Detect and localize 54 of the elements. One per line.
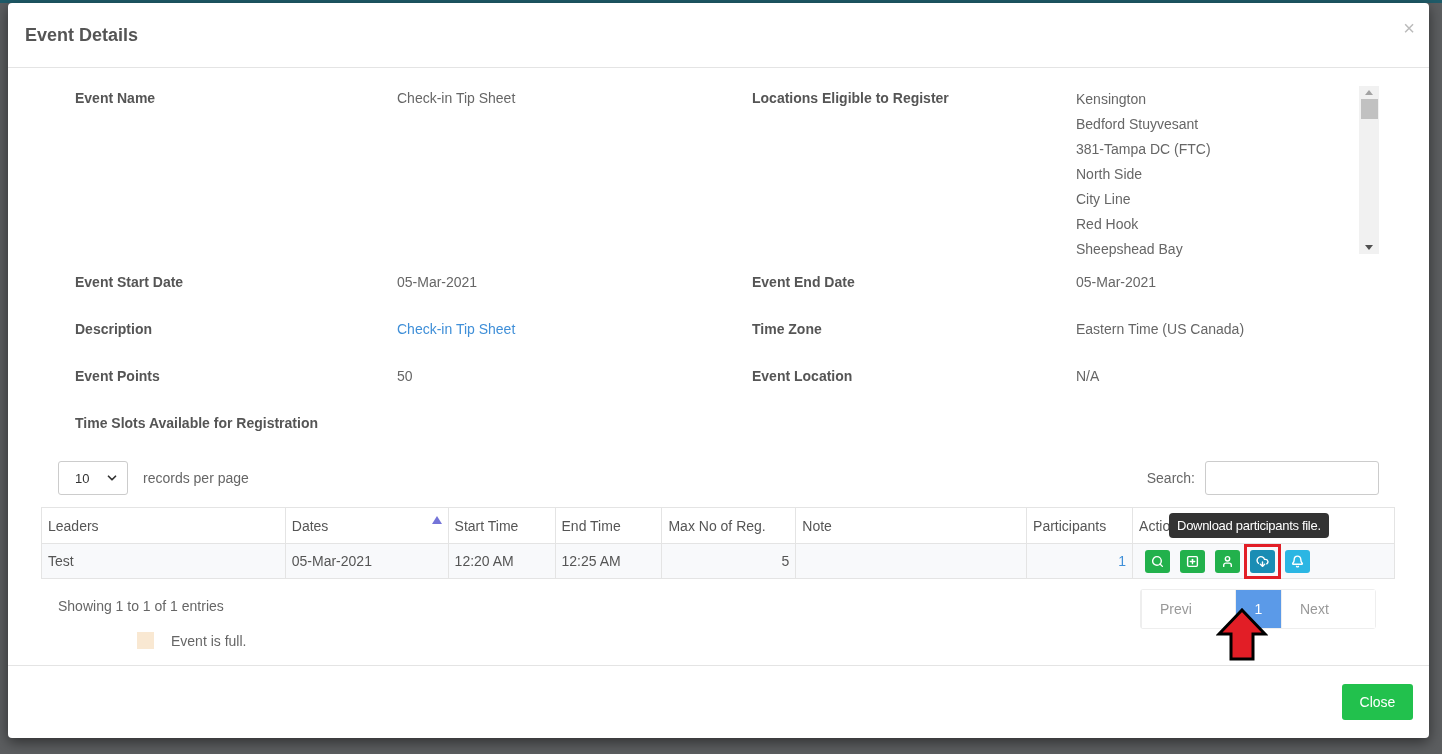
detail-label: Event End Date: [752, 274, 856, 290]
location-item: Red Hook: [1076, 215, 1140, 234]
detail-label: Event Location: [752, 368, 854, 384]
column-header[interactable]: Participants: [1026, 507, 1133, 544]
detail-value: 05-Mar-2021: [397, 274, 479, 290]
table-cell: 12:20 AM: [448, 543, 556, 579]
location-item: Bedford Stuyvesant: [1076, 115, 1200, 134]
detail-value: 05-Mar-2021: [1076, 274, 1158, 290]
legend-label: Event is full.: [171, 632, 247, 649]
column-header[interactable]: Leaders: [41, 507, 286, 544]
entries-info: Showing 1 to 1 of 1 entries: [58, 598, 225, 614]
column-header[interactable]: Start Time: [448, 507, 556, 544]
detail-label: Locations Eligible to Register: [752, 90, 950, 106]
cloud-download-icon: [1256, 554, 1270, 568]
plus-square-icon: [1186, 554, 1200, 568]
notify-button[interactable]: [1285, 549, 1311, 573]
page-size-label: records per page: [143, 470, 249, 486]
table-cell: 05-Mar-2021: [285, 543, 449, 579]
search-label: Search:: [1146, 470, 1195, 486]
description-link[interactable]: Check-in Tip Sheet: [397, 321, 752, 337]
download-button[interactable]: [1250, 549, 1276, 573]
bell-icon: [1291, 554, 1305, 568]
column-header[interactable]: Note: [795, 507, 1027, 544]
table-cell: 12:25 AM: [555, 543, 662, 579]
detail-value: Check-in Tip Sheet: [397, 90, 517, 106]
person-icon: [1221, 554, 1235, 568]
detail-value: 50: [397, 368, 414, 384]
location-item: 381-Tampa DC (FTC): [1076, 140, 1211, 159]
detail-label: Event Name: [75, 90, 157, 106]
location-item: Kensington: [1076, 90, 1148, 109]
location-item: Sheepshead Bay: [1076, 240, 1184, 259]
detail-value: Eastern Time (US Canada): [1076, 321, 1246, 337]
location-item: City Line: [1076, 190, 1132, 209]
dialog-title: Event Details: [25, 24, 139, 46]
detail-label: Event Start Date: [75, 274, 185, 290]
detail-value: N/A: [1076, 368, 1101, 384]
table-cell: 5: [661, 543, 796, 579]
add-button[interactable]: [1180, 549, 1206, 573]
page-size-select[interactable]: 10: [58, 461, 128, 495]
section-heading: Time Slots Available for Registration: [75, 415, 319, 431]
column-header[interactable]: End Time: [555, 507, 662, 544]
user-button[interactable]: [1215, 549, 1241, 573]
view-button[interactable]: [1145, 549, 1171, 573]
tooltip: Download participants file.: [1169, 512, 1329, 538]
column-header[interactable]: Dates: [285, 507, 449, 544]
search-field[interactable]: [1205, 461, 1379, 495]
detail-label: Time Zone: [752, 321, 823, 337]
table-cell: Test: [41, 543, 286, 579]
detail-label: Description: [75, 321, 153, 337]
column-header[interactable]: Max No of Reg.: [661, 507, 796, 544]
location-item: North Side: [1076, 165, 1144, 184]
search-icon: [1151, 554, 1165, 568]
detail-label: Event Points: [75, 368, 161, 384]
scrollbar[interactable]: [1359, 86, 1379, 254]
